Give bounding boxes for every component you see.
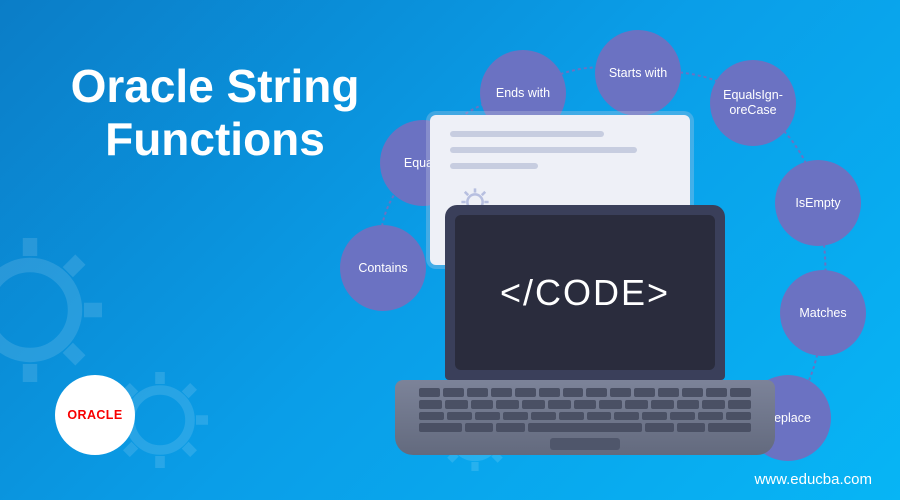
oracle-logo: ORACLE: [55, 375, 135, 455]
bubble-startswith: Starts with: [595, 30, 681, 116]
illustration: Contains Equals Ends with Starts with Eq…: [330, 25, 870, 475]
laptop-icon: </CODE>: [395, 205, 775, 475]
title-line2: Functions: [105, 113, 325, 165]
title-line1: Oracle String: [71, 60, 360, 112]
bubble-matches: Matches: [780, 270, 866, 356]
oracle-logo-text: ORACLE: [67, 408, 122, 422]
bubble-equalsignorecase: EqualsIgn- oreCase: [710, 60, 796, 146]
code-label: </CODE>: [455, 215, 715, 370]
page-title: Oracle String Functions: [55, 60, 375, 166]
bubble-isempty: IsEmpty: [775, 160, 861, 246]
